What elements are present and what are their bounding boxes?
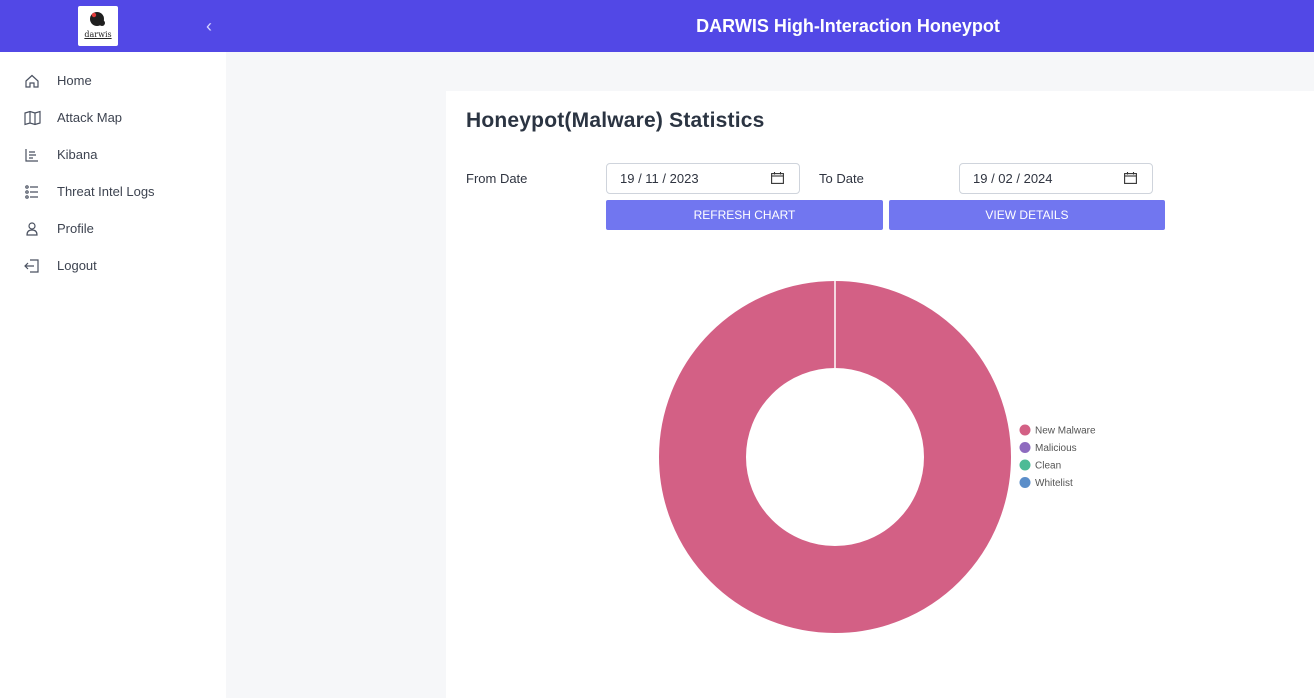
- sidebar-item-label: Attack Map: [57, 110, 123, 125]
- darwis-logo[interactable]: darwis: [78, 6, 118, 46]
- sidebar-item-threat-intel-logs[interactable]: Threat Intel Logs: [0, 177, 226, 207]
- chart-svg: New Malware Malicious Clean Whitelist: [659, 281, 1097, 633]
- sidebar-item-home[interactable]: Home: [0, 66, 226, 96]
- legend-marker: [1019, 459, 1031, 471]
- sidebar-item-label: Threat Intel Logs: [57, 184, 155, 199]
- calendar-icon[interactable]: [771, 172, 784, 184]
- from-date-input[interactable]: 19 / 11 / 2023: [606, 163, 800, 194]
- sidebar-item-logout[interactable]: Logout: [0, 251, 226, 281]
- sidebar-item-label: Profile: [57, 221, 94, 236]
- legend-label: Whitelist: [1035, 478, 1073, 489]
- sidebar-item-label: Logout: [57, 258, 97, 273]
- legend-item-malicious[interactable]: Malicious: [1019, 442, 1077, 454]
- to-date-label: To Date: [819, 171, 864, 186]
- legend-marker: [1019, 424, 1031, 436]
- user-icon: [23, 220, 41, 238]
- kibana-icon: [23, 146, 41, 164]
- page-title: Honeypot(Malware) Statistics: [466, 109, 765, 132]
- chevron-left-icon[interactable]: ‹: [200, 14, 218, 38]
- map-icon: [23, 109, 41, 127]
- top-bar: darwis ‹ DARWIS High-Interaction Honeypo…: [0, 0, 1314, 52]
- sidebar-item-kibana[interactable]: Kibana: [0, 140, 226, 170]
- from-date-label: From Date: [466, 171, 528, 186]
- sidebar-item-label: Kibana: [57, 147, 98, 162]
- legend-label: Clean: [1035, 461, 1061, 472]
- legend-label: New Malware: [1035, 426, 1096, 437]
- list-icon: [23, 183, 41, 201]
- calendar-icon[interactable]: [1124, 172, 1137, 184]
- view-details-button[interactable]: VIEW DETAILS: [889, 200, 1165, 230]
- to-date-input[interactable]: 19 / 02 / 2024: [959, 163, 1153, 194]
- app-title: DARWIS High-Interaction Honeypot: [696, 16, 1000, 36]
- legend-label: Malicious: [1035, 443, 1077, 454]
- refresh-chart-button[interactable]: REFRESH CHART: [606, 200, 883, 230]
- legend-marker: [1019, 442, 1031, 453]
- sidebar-item-label: Home: [57, 73, 92, 88]
- malware-doughnut-chart: New Malware Malicious Clean Whitelist: [640, 260, 1140, 650]
- sidebar-item-attack-map[interactable]: Attack Map: [0, 103, 226, 133]
- sidebar: Home Attack Map Kibana Threat Intel Logs: [0, 52, 226, 698]
- from-date-value: 19 / 11 / 2023: [620, 171, 699, 186]
- logout-icon: [23, 257, 41, 275]
- legend-item-whitelist[interactable]: Whitelist: [1019, 477, 1074, 489]
- legend-item-clean[interactable]: Clean: [1019, 459, 1062, 472]
- logo-text: darwis: [84, 30, 112, 39]
- home-icon: [23, 72, 41, 90]
- to-date-value: 19 / 02 / 2024: [973, 171, 1053, 186]
- legend-item-new-malware[interactable]: New Malware: [1019, 424, 1097, 437]
- legend-marker: [1019, 477, 1031, 488]
- logo-mark: [90, 12, 105, 26]
- sidebar-item-profile[interactable]: Profile: [0, 214, 226, 244]
